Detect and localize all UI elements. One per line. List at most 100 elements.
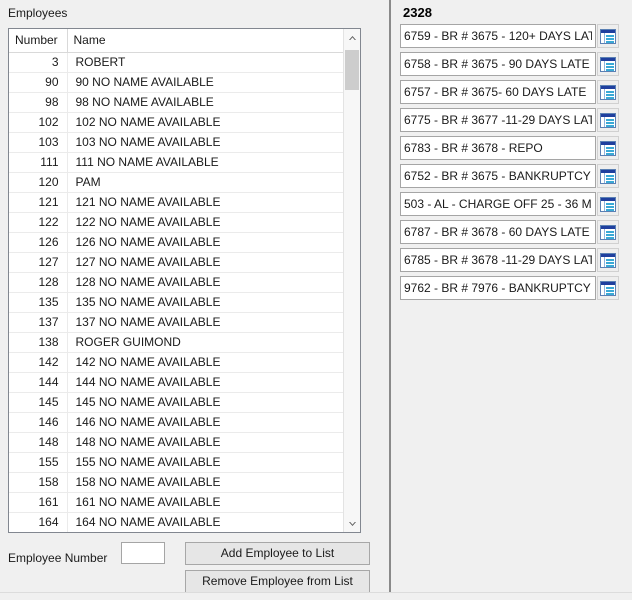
account-row-input[interactable] xyxy=(400,80,596,104)
grid-view-icon xyxy=(600,224,616,240)
table-row[interactable]: 128 128 NO NAME AVAILABLE xyxy=(9,272,343,293)
account-row xyxy=(392,80,632,104)
account-row xyxy=(392,164,632,188)
account-row xyxy=(392,136,632,160)
cell-number: 90 xyxy=(9,72,68,93)
account-row-input[interactable] xyxy=(400,52,596,76)
add-employee-to-list-button[interactable]: Add Employee to List xyxy=(185,542,370,565)
table-row[interactable]: 3 ROBERT xyxy=(9,52,343,73)
employee-grid-scrollbar[interactable] xyxy=(343,29,360,532)
cell-name: 146 NO NAME AVAILABLE xyxy=(67,412,343,433)
table-row[interactable]: 90 90 NO NAME AVAILABLE xyxy=(9,72,343,93)
account-rows-list xyxy=(392,24,632,304)
table-row[interactable]: 161 161 NO NAME AVAILABLE xyxy=(9,492,343,513)
cell-name: 135 NO NAME AVAILABLE xyxy=(67,292,343,313)
account-row-detail-button[interactable] xyxy=(597,220,619,244)
table-row[interactable]: 158 158 NO NAME AVAILABLE xyxy=(9,472,343,493)
account-row-detail-button[interactable] xyxy=(597,24,619,48)
cell-number: 128 xyxy=(9,272,68,293)
cell-name: 155 NO NAME AVAILABLE xyxy=(67,452,343,473)
account-row-detail-button[interactable] xyxy=(597,80,619,104)
account-row-detail-button[interactable] xyxy=(597,276,619,300)
account-row-detail-button[interactable] xyxy=(597,248,619,272)
table-row[interactable]: 120 PAM xyxy=(9,172,343,193)
table-row[interactable]: 164 164 NO NAME AVAILABLE xyxy=(9,512,343,532)
account-row-input[interactable] xyxy=(400,136,596,160)
cell-name: 102 NO NAME AVAILABLE xyxy=(67,112,343,133)
account-row-detail-button[interactable] xyxy=(597,192,619,216)
cell-name: 111 NO NAME AVAILABLE xyxy=(67,152,343,173)
cell-number: 121 xyxy=(9,192,68,213)
grid-view-icon xyxy=(600,56,616,72)
cell-name: 127 NO NAME AVAILABLE xyxy=(67,252,343,273)
cell-number: 120 xyxy=(9,172,68,193)
account-row-input[interactable] xyxy=(400,220,596,244)
table-row[interactable]: 111 111 NO NAME AVAILABLE xyxy=(9,152,343,173)
bottom-divider xyxy=(0,592,632,593)
table-row[interactable]: 102 102 NO NAME AVAILABLE xyxy=(9,112,343,133)
cell-number: 155 xyxy=(9,452,68,473)
table-row[interactable]: 127 127 NO NAME AVAILABLE xyxy=(9,252,343,273)
account-row-input[interactable] xyxy=(400,24,596,48)
cell-name: 90 NO NAME AVAILABLE xyxy=(67,72,343,93)
account-row-input[interactable] xyxy=(400,248,596,272)
cell-number: 158 xyxy=(9,472,68,493)
splitter-bar xyxy=(389,0,391,592)
account-row-detail-button[interactable] xyxy=(597,164,619,188)
cell-number: 148 xyxy=(9,432,68,453)
employee-table-body: 3 ROBERT 90 90 NO NAME AVAILABLE 98 98 NO NAM… xyxy=(9,52,343,532)
account-row xyxy=(392,220,632,244)
account-row xyxy=(392,248,632,272)
scroll-up-button[interactable] xyxy=(344,29,360,46)
account-row-input[interactable] xyxy=(400,276,596,300)
table-row[interactable]: 146 146 NO NAME AVAILABLE xyxy=(9,412,343,433)
account-row-detail-button[interactable] xyxy=(597,52,619,76)
column-header-number[interactable]: Number xyxy=(9,29,68,53)
grid-view-icon xyxy=(600,280,616,296)
table-row[interactable]: 137 137 NO NAME AVAILABLE xyxy=(9,312,343,333)
cell-number: 122 xyxy=(9,212,68,233)
cell-number: 111 xyxy=(9,152,68,173)
table-row[interactable]: 155 155 NO NAME AVAILABLE xyxy=(9,452,343,473)
grid-view-icon xyxy=(600,168,616,184)
table-row[interactable]: 122 122 NO NAME AVAILABLE xyxy=(9,212,343,233)
table-row[interactable]: 98 98 NO NAME AVAILABLE xyxy=(9,92,343,113)
account-number-title: 2328 xyxy=(403,5,432,20)
cell-name: 121 NO NAME AVAILABLE xyxy=(67,192,343,213)
table-row[interactable]: 121 121 NO NAME AVAILABLE xyxy=(9,192,343,213)
cell-number: 103 xyxy=(9,132,68,153)
cell-number: 145 xyxy=(9,392,68,413)
account-row-input[interactable] xyxy=(400,164,596,188)
cell-name: 122 NO NAME AVAILABLE xyxy=(67,212,343,233)
cell-number: 142 xyxy=(9,352,68,373)
employee-number-input[interactable] xyxy=(121,542,165,564)
table-row[interactable]: 148 148 NO NAME AVAILABLE xyxy=(9,432,343,453)
account-row xyxy=(392,192,632,216)
account-row-detail-button[interactable] xyxy=(597,136,619,160)
table-row[interactable]: 144 144 NO NAME AVAILABLE xyxy=(9,372,343,393)
chevron-up-icon xyxy=(348,35,357,41)
cell-name: 158 NO NAME AVAILABLE xyxy=(67,472,343,493)
scrollbar-thumb[interactable] xyxy=(345,50,359,90)
table-row[interactable]: 145 145 NO NAME AVAILABLE xyxy=(9,392,343,413)
cell-name: 142 NO NAME AVAILABLE xyxy=(67,352,343,373)
scroll-down-button[interactable] xyxy=(344,515,360,532)
grid-view-icon xyxy=(600,140,616,156)
cell-number: 137 xyxy=(9,312,68,333)
column-header-name[interactable]: Name xyxy=(67,29,343,53)
cell-name: 161 NO NAME AVAILABLE xyxy=(67,492,343,513)
table-row[interactable]: 142 142 NO NAME AVAILABLE xyxy=(9,352,343,373)
account-row-detail-button[interactable] xyxy=(597,108,619,132)
table-row[interactable]: 103 103 NO NAME AVAILABLE xyxy=(9,132,343,153)
employee-number-label: Employee Number xyxy=(8,551,108,565)
remove-employee-from-list-button[interactable]: Remove Employee from List xyxy=(185,570,370,593)
table-row[interactable]: 126 126 NO NAME AVAILABLE xyxy=(9,232,343,253)
table-row[interactable]: 138 ROGER GUIMOND xyxy=(9,332,343,353)
account-panel: 2328 Save Changes xyxy=(392,0,632,600)
cell-name: 137 NO NAME AVAILABLE xyxy=(67,312,343,333)
table-row[interactable]: 135 135 NO NAME AVAILABLE xyxy=(9,292,343,313)
grid-view-icon xyxy=(600,28,616,44)
account-row-input[interactable] xyxy=(400,108,596,132)
cell-name: 145 NO NAME AVAILABLE xyxy=(67,392,343,413)
account-row-input[interactable] xyxy=(400,192,596,216)
